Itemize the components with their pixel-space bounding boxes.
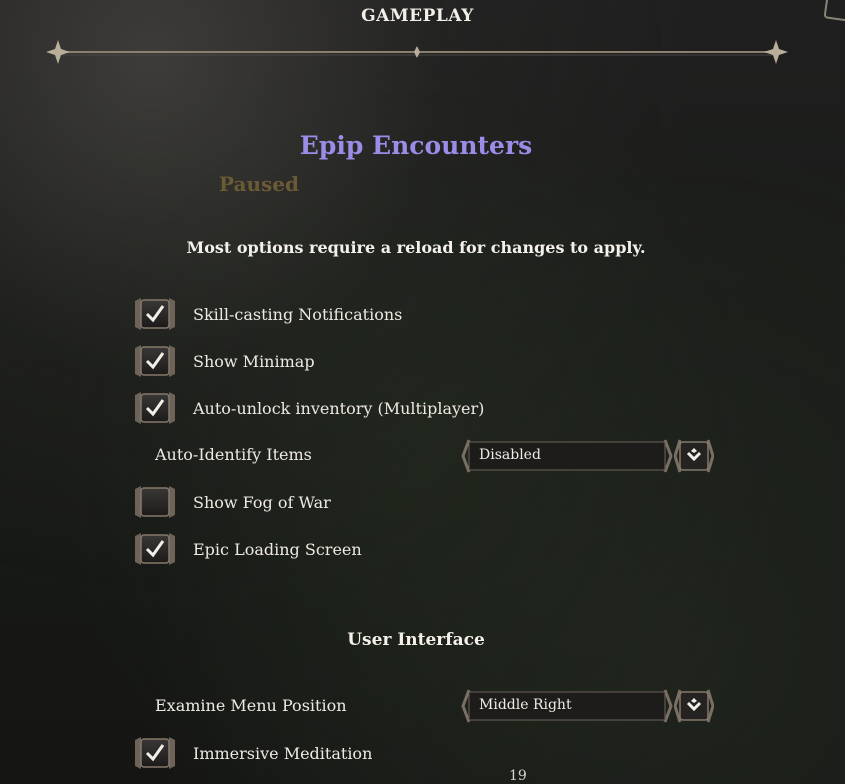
auto-identify-dropdown-button[interactable] — [673, 439, 715, 473]
examine-menu-dropdown[interactable]: Middle Right — [461, 689, 673, 723]
checkbox-skill-casting-notifications[interactable] — [133, 297, 177, 331]
checkbox-show-fog-of-war[interactable] — [133, 485, 177, 519]
option-epic-loading-screen: Epic Loading Screen — [133, 532, 362, 566]
option-show-fog-of-war: Show Fog of War — [133, 485, 331, 519]
page-title: GAMEPLAY — [361, 6, 474, 26]
dropdown-value: Disabled — [479, 447, 541, 463]
mod-title: Epip Encounters — [299, 131, 533, 160]
checkbox-immersive-meditation[interactable] — [133, 736, 177, 770]
option-label: Skill-casting Notifications — [193, 304, 403, 324]
examine-menu-label: Examine Menu Position — [155, 696, 347, 715]
option-skill-casting-notifications: Skill-casting Notifications — [133, 297, 402, 331]
option-label: Show Fog of War — [193, 492, 331, 512]
option-immersive-meditation: Immersive Meditation — [133, 736, 372, 770]
section-title-user-interface: User Interface — [347, 630, 485, 650]
checkbox-show-minimap[interactable] — [133, 344, 177, 378]
reload-notice: Most options require a reload for change… — [186, 238, 646, 257]
header-divider-ornament — [46, 40, 788, 64]
page-number: 19 — [509, 768, 527, 784]
auto-identify-dropdown[interactable]: Disabled — [461, 439, 673, 473]
checkbox-auto-unlock-inventory[interactable] — [133, 391, 177, 425]
auto-identify-label: Auto-Identify Items — [155, 445, 312, 464]
option-auto-unlock-inventory: Auto-unlock inventory (Multiplayer) — [133, 391, 484, 425]
corner-frame-icon — [823, 0, 845, 22]
examine-menu-dropdown-button[interactable] — [673, 689, 715, 723]
option-label: Immersive Meditation — [193, 743, 373, 763]
status-text: Paused — [219, 172, 299, 196]
option-label: Show Minimap — [193, 351, 315, 371]
checkbox-epic-loading-screen[interactable] — [133, 532, 177, 566]
option-show-minimap: Show Minimap — [133, 344, 315, 378]
option-label: Epic Loading Screen — [193, 539, 362, 559]
dropdown-value: Middle Right — [479, 697, 572, 713]
option-label: Auto-unlock inventory (Multiplayer) — [193, 398, 485, 418]
